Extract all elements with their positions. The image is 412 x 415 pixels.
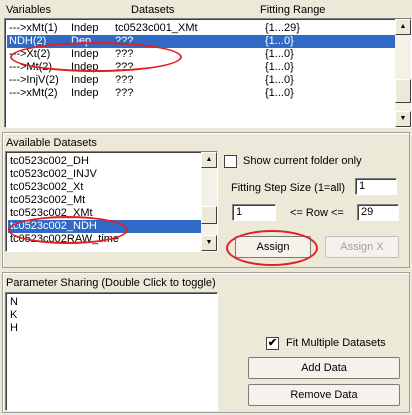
- variable-name: --->xMt(1): [9, 22, 58, 34]
- variable-range: {1...29}: [265, 22, 300, 34]
- dataset-item[interactable]: tc0523c002_Mt: [8, 194, 215, 207]
- fitting-step-input[interactable]: 1: [355, 178, 397, 195]
- fitting-step-label: Fitting Step Size (1=all): [231, 182, 346, 194]
- variable-dataset: ???: [115, 87, 134, 99]
- parameter-item[interactable]: H: [8, 322, 215, 335]
- dataset-item[interactable]: tc0523c002RAW_time: [8, 233, 215, 246]
- parameter-sharing-label: Parameter Sharing (Double Click to toggl…: [6, 277, 216, 289]
- variable-type: Indep: [71, 22, 99, 34]
- parameter-item[interactable]: N: [8, 296, 215, 309]
- fitting-range-header: Fitting Range: [260, 4, 326, 16]
- variable-row-selected[interactable]: NDH(2) Dep ??? {1...0}: [7, 35, 409, 48]
- variable-range: {1...0}: [265, 48, 294, 60]
- variable-range: {1...0}: [265, 87, 294, 99]
- variable-row[interactable]: --->Xt(2) Indep ??? {1...0}: [7, 48, 409, 61]
- row-from-input[interactable]: 1: [232, 204, 276, 221]
- show-current-folder-checkbox[interactable]: [224, 155, 237, 168]
- remove-data-button[interactable]: Remove Data: [248, 384, 400, 406]
- variable-name: --->Xt(2): [9, 48, 51, 60]
- dataset-item[interactable]: tc0523c002_DH: [8, 155, 215, 168]
- available-datasets-list[interactable]: tc0523c002_DH tc0523c002_INJV tc0523c002…: [5, 151, 218, 252]
- scroll-up-icon[interactable]: ▲: [395, 19, 411, 35]
- scroll-down-icon[interactable]: ▼: [395, 111, 411, 127]
- variable-row[interactable]: --->Mt(2) Indep ??? {1...0}: [7, 61, 409, 74]
- add-data-button[interactable]: Add Data: [248, 357, 400, 379]
- variables-list[interactable]: --->xMt(1) Indep tc0523c001_XMt {1...29}…: [4, 18, 412, 128]
- variable-dataset: ???: [115, 48, 134, 60]
- variable-dataset: ???: [115, 74, 134, 86]
- dataset-item[interactable]: tc0523c002_XMt: [8, 207, 215, 220]
- variable-type: Indep: [71, 87, 99, 99]
- variable-name: NDH(2): [9, 35, 47, 47]
- variable-range: {1...0}: [265, 61, 294, 73]
- datasets-header: Datasets: [131, 4, 175, 16]
- row-range-label: <= Row <=: [290, 207, 344, 219]
- variable-dataset: ???: [115, 35, 134, 47]
- variable-name: --->xMt(2): [9, 87, 58, 99]
- variable-row[interactable]: --->xMt(2) Indep ??? {1...0}: [7, 87, 409, 100]
- variable-range: {1...0}: [265, 35, 294, 47]
- assign-x-button[interactable]: Assign X: [325, 236, 399, 258]
- variable-type: Dep: [71, 35, 92, 47]
- variable-type: Indep: [71, 48, 99, 60]
- show-current-folder-label: Show current folder only: [243, 155, 362, 167]
- variable-row[interactable]: --->InjV(2) Indep ??? {1...0}: [7, 74, 409, 87]
- scroll-thumb[interactable]: [395, 79, 411, 103]
- variable-dataset: ???: [115, 61, 134, 73]
- row-to-input[interactable]: 29: [357, 204, 399, 221]
- assign-button[interactable]: Assign: [235, 236, 311, 258]
- variables-scrollbar[interactable]: ▲ ▼: [395, 19, 411, 127]
- fit-multiple-label: Fit Multiple Datasets: [286, 337, 386, 349]
- parameter-item[interactable]: K: [8, 309, 215, 322]
- scroll-thumb[interactable]: [201, 206, 217, 224]
- variable-dataset: tc0523c001_XMt: [115, 22, 198, 34]
- variable-type: Indep: [71, 74, 99, 86]
- scroll-up-icon[interactable]: ▲: [201, 152, 217, 168]
- available-datasets-label: Available Datasets: [6, 137, 97, 149]
- variable-row[interactable]: --->xMt(1) Indep tc0523c001_XMt {1...29}: [7, 22, 409, 35]
- variables-header: Variables: [6, 4, 52, 16]
- variable-name: --->Mt(2): [9, 61, 53, 73]
- variable-range: {1...0}: [265, 74, 294, 86]
- variable-type: Indep: [71, 61, 99, 73]
- parameter-sharing-list[interactable]: N K H: [5, 292, 218, 411]
- scroll-down-icon[interactable]: ▼: [201, 235, 217, 251]
- variable-name: --->InjV(2): [9, 74, 59, 86]
- dataset-item-selected[interactable]: tc0523c002_NDH: [8, 220, 215, 233]
- dataset-item[interactable]: tc0523c002_Xt: [8, 181, 215, 194]
- dataset-item[interactable]: tc0523c002_INJV: [8, 168, 215, 181]
- fit-multiple-checkbox[interactable]: ✔: [266, 337, 279, 350]
- datasets-scrollbar[interactable]: ▲ ▼: [201, 152, 217, 251]
